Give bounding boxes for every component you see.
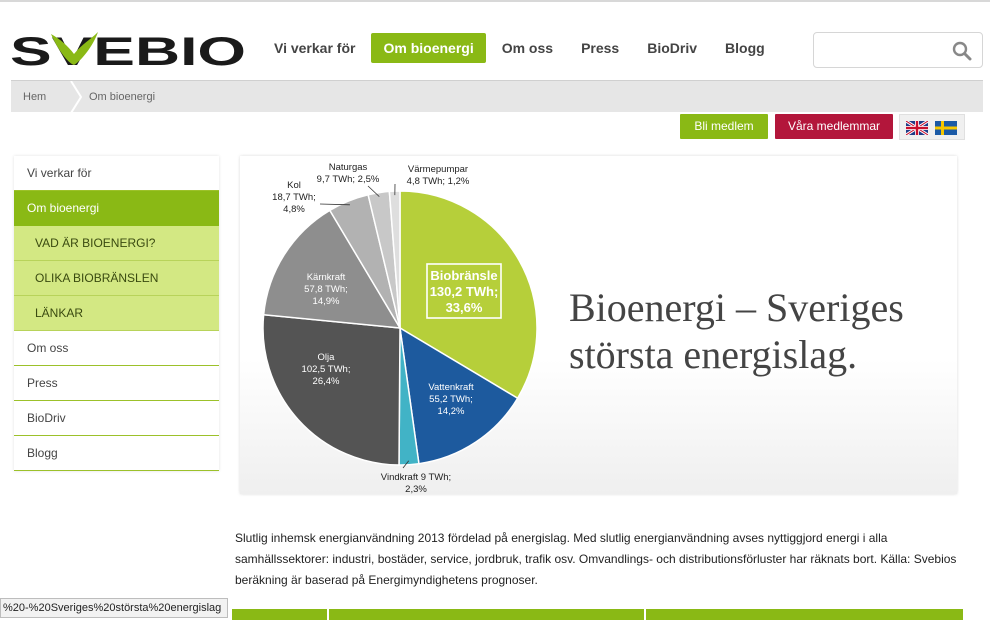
search-box <box>813 32 983 68</box>
join-button[interactable]: Bli medlem <box>680 114 768 139</box>
logo-text: SVEBIO <box>10 30 246 70</box>
headline-line-2: största energislag. <box>569 332 858 377</box>
pie-slice-olja <box>262 313 401 466</box>
search-input[interactable] <box>822 33 947 67</box>
table-column-divider <box>327 609 329 620</box>
pie-label-line: Vattenkraft <box>428 382 474 393</box>
pie-label-vindkraft: Vindkraft 9 TWh; 2,3% <box>381 472 451 494</box>
pie-label-line: 26,4% <box>313 376 340 387</box>
pie-label-varmepumpar: Värmepumpar 4,8 TWh; 1,2% <box>407 164 470 187</box>
main-nav: Vi verkar för Om bioenergi Om oss Press … <box>262 33 781 63</box>
pie-label-naturgas: Naturgas 9,7 TWh; 2,5% <box>317 162 380 185</box>
sidebar-item-biodriv[interactable]: BioDriv <box>14 401 219 436</box>
pie-label-line: Olja <box>318 352 336 363</box>
sidebar-item-vad-ar-bioenergi[interactable]: VAD ÄR BIOENERGI? <box>14 226 219 261</box>
chart-caption: Slutlig inhemsk energianvändning 2013 fö… <box>235 531 957 587</box>
nav-vi-verkar-for[interactable]: Vi verkar för <box>262 33 367 63</box>
breadcrumb: Hem Om bioenergi <box>11 80 983 113</box>
pie-label-line: 130,2 TWh; <box>430 284 499 299</box>
pie-label-line: Kol <box>287 180 301 191</box>
uk-flag-icon[interactable] <box>906 121 928 135</box>
chart-headline: Bioenergi – Sveriges största energislag. <box>569 284 949 378</box>
pie-label-line: 2,3% <box>405 484 427 494</box>
pie-label-line: 33,6% <box>446 300 483 315</box>
pie-label-line: Biobränsle <box>430 268 497 283</box>
sidebar-item-olika-biobranslen[interactable]: OLIKA BIOBRÄNSLEN <box>14 261 219 296</box>
pie-label-line: 14,2% <box>438 406 465 417</box>
breadcrumb-separator-icon <box>70 81 83 113</box>
nav-press[interactable]: Press <box>569 33 631 63</box>
svebio-logo[interactable]: SVEBIO <box>10 30 246 70</box>
nav-blogg[interactable]: Blogg <box>713 33 777 63</box>
sidebar-item-om-bioenergi[interactable]: Om bioenergi <box>14 191 219 226</box>
sidebar-menu: Vi verkar för Om bioenergi VAD ÄR BIOENE… <box>14 156 219 471</box>
nav-biodriv[interactable]: BioDriv <box>635 33 709 63</box>
magnifier-icon[interactable] <box>952 41 972 61</box>
pie-label-line: 18,7 TWh; <box>272 192 316 203</box>
breadcrumb-home[interactable]: Hem <box>23 81 46 113</box>
pie-label-line: Kärnkraft <box>307 272 346 283</box>
status-url-bar: %20-%20Sveriges%20största%20energislag <box>0 598 229 618</box>
sidebar-item-blogg[interactable]: Blogg <box>14 436 219 471</box>
language-switcher <box>899 114 965 140</box>
our-members-button[interactable]: Våra medlemmar <box>775 114 893 139</box>
table-header-strip <box>232 609 963 620</box>
pie-label-line: 9,7 TWh; 2,5% <box>317 174 380 185</box>
pie-label-kol: Kol 18,7 TWh; 4,8% <box>272 180 316 215</box>
pie-label-line: 4,8% <box>283 204 305 215</box>
table-column-divider <box>644 609 646 620</box>
nav-om-bioenergi[interactable]: Om bioenergi <box>371 33 486 63</box>
top-border <box>0 0 990 2</box>
pie-label-line: Vindkraft 9 TWh; <box>381 472 451 483</box>
pie-label-line: Naturgas <box>329 162 368 173</box>
sweden-flag-icon[interactable] <box>935 121 957 135</box>
headline-line-1: Bioenergi – Sveriges <box>569 285 904 330</box>
pie-label-line: 4,8 TWh; 1,2% <box>407 176 470 187</box>
pie-label-line: 57,8 TWh; <box>304 284 348 295</box>
energy-chart-panel: Biobränsle 130,2 TWh; 33,6% Vattenkraft 55,2… <box>240 156 957 494</box>
nav-om-oss[interactable]: Om oss <box>490 33 565 63</box>
pie-label-line: 55,2 TWh; <box>429 394 473 405</box>
breadcrumb-current: Om bioenergi <box>89 91 156 103</box>
pie-label-line: 102,5 TWh; <box>302 364 351 375</box>
pie-label-line: 14,9% <box>313 296 340 307</box>
sidebar-item-press[interactable]: Press <box>14 366 219 401</box>
sidebar-item-om-oss[interactable]: Om oss <box>14 331 219 366</box>
sidebar-item-vi-verkar-for[interactable]: Vi verkar för <box>14 156 219 191</box>
pie-label-line: Värmepumpar <box>408 164 468 175</box>
sidebar-item-lankar[interactable]: LÄNKAR <box>14 296 219 331</box>
